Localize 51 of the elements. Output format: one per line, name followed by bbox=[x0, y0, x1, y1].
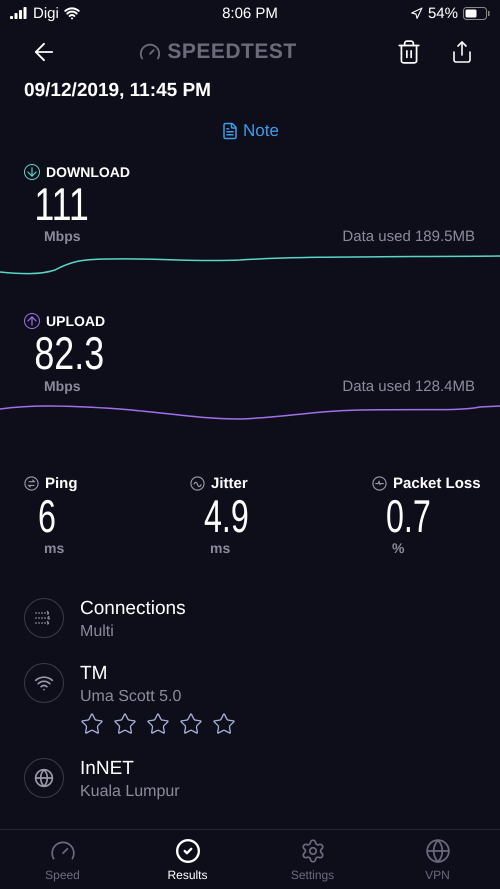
metric-unit: % bbox=[391, 540, 406, 556]
detail-title: TM bbox=[80, 662, 108, 685]
battery-percent: 54% bbox=[428, 4, 458, 22]
speed-value: 82.3 bbox=[33, 329, 106, 378]
detail-title: Connections bbox=[80, 598, 186, 620]
metric-label: Packet Loss bbox=[393, 474, 481, 492]
pulse-icon bbox=[372, 476, 387, 491]
clock-time: 8:06 PM bbox=[222, 4, 278, 22]
detail-subtitle: Uma Scott 5.0 bbox=[80, 688, 182, 706]
app-logo: SPEEDTEST bbox=[68, 40, 368, 64]
note-icon bbox=[221, 122, 240, 140]
test-date: 09/12/2019, 11:45 PM bbox=[23, 79, 212, 102]
speed-label: UPLOAD bbox=[46, 313, 106, 330]
note-button[interactable]: Note bbox=[215, 120, 285, 142]
share-button[interactable] bbox=[450, 40, 474, 64]
carrier-name: Digi bbox=[33, 4, 59, 22]
tab[interactable]: Settings bbox=[250, 830, 375, 889]
rating-star[interactable] bbox=[146, 712, 170, 736]
metric-label: Ping bbox=[45, 474, 78, 492]
speed-label: DOWNLOAD bbox=[46, 164, 130, 180]
rating-star[interactable] bbox=[212, 712, 236, 736]
tab[interactable]: Results bbox=[125, 830, 250, 889]
metric-unit: ms bbox=[43, 540, 66, 556]
data-used: Data used 189.5MB bbox=[342, 228, 475, 246]
tab[interactable]: VPN bbox=[375, 830, 500, 889]
wifi-icon bbox=[64, 5, 80, 21]
metric-value: 6 bbox=[37, 492, 56, 540]
detail-title: InNET bbox=[80, 758, 135, 780]
globe-icon bbox=[34, 768, 54, 788]
speed-value: 111 bbox=[33, 180, 90, 228]
tab[interactable]: Speed bbox=[0, 830, 125, 889]
detail-subtitle: Multi bbox=[80, 622, 115, 641]
data-used: Data used 128.4MB bbox=[342, 378, 475, 395]
battery-icon bbox=[463, 6, 490, 20]
metric-unit: ms bbox=[209, 540, 232, 556]
speed-unit: Mbps bbox=[44, 228, 81, 246]
rating-star[interactable] bbox=[113, 712, 137, 736]
location-icon bbox=[410, 6, 423, 20]
delete-button[interactable] bbox=[396, 39, 422, 65]
speed-unit: Mbps bbox=[44, 378, 81, 395]
metric-value: 0.7 bbox=[385, 492, 432, 540]
metric-value: 4.9 bbox=[203, 492, 250, 540]
signal-icon bbox=[10, 7, 28, 19]
rating-star[interactable] bbox=[179, 712, 203, 736]
settings-icon bbox=[300, 838, 326, 864]
metric-label: Jitter bbox=[211, 474, 248, 492]
wave-icon bbox=[190, 476, 205, 491]
rating-star[interactable] bbox=[80, 712, 104, 736]
ping-icon bbox=[24, 476, 39, 491]
detail-subtitle: Kuala Lumpur bbox=[80, 782, 180, 801]
check-icon bbox=[174, 838, 200, 864]
